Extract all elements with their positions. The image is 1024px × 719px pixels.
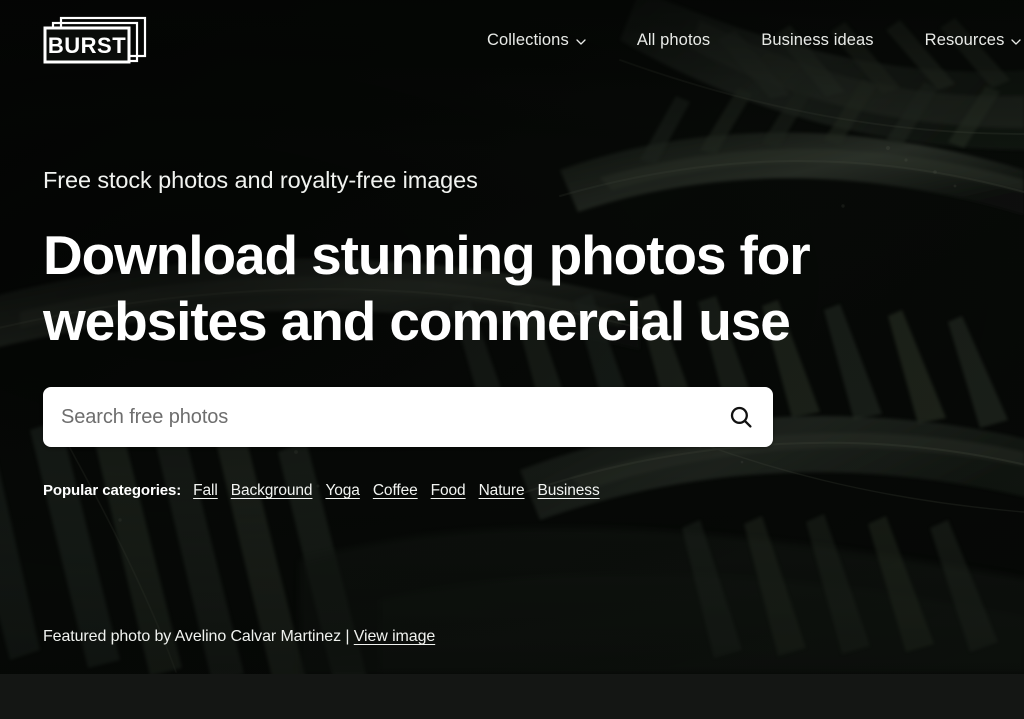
chevron-down-icon bbox=[576, 37, 586, 47]
nav-item-all-photos[interactable]: All photos bbox=[637, 28, 710, 53]
nav-list-item: Collections bbox=[487, 28, 586, 53]
photo-credit: Featured photo by Avelino Calvar Martine… bbox=[43, 628, 435, 646]
nav-list-item: All photos bbox=[637, 28, 710, 53]
search-button[interactable] bbox=[709, 387, 773, 447]
nav-item-label: Business ideas bbox=[761, 31, 874, 49]
page-title: Download stunning photos for websites an… bbox=[43, 224, 811, 352]
category-link-nature[interactable]: Nature bbox=[479, 482, 525, 500]
nav-list-item: Business ideas bbox=[761, 28, 873, 53]
category-link-fall[interactable]: Fall bbox=[193, 482, 218, 500]
category-link-coffee[interactable]: Coffee bbox=[373, 482, 418, 500]
category-link-food[interactable]: Food bbox=[431, 482, 466, 500]
photo-credit-prefix: Featured photo by bbox=[43, 628, 175, 645]
hero-eyebrow: Free stock photos and royalty-free image… bbox=[43, 167, 478, 193]
nav-item-business-ideas[interactable]: Business ideas bbox=[761, 28, 873, 53]
photo-credit-photographer: Avelino Calvar Martinez bbox=[174, 628, 342, 645]
burst-logo[interactable]: BURST bbox=[43, 16, 147, 64]
popular-categories: Popular categories: Fall Background Yoga… bbox=[43, 482, 600, 500]
page-root: BURST Collections All photos Business id… bbox=[0, 0, 1024, 719]
category-link-business[interactable]: Business bbox=[538, 482, 600, 500]
nav-item-label: All photos bbox=[636, 31, 711, 49]
search-input[interactable] bbox=[43, 387, 709, 447]
popular-categories-label: Popular categories: bbox=[43, 482, 182, 499]
nav-item-resources[interactable]: Resources bbox=[925, 28, 1022, 53]
nav-item-label: Resources bbox=[924, 31, 1005, 49]
photo-search-form bbox=[43, 387, 773, 447]
nav-list-item: Resources bbox=[925, 28, 1022, 53]
hero-section: BURST Collections All photos Business id… bbox=[0, 0, 1024, 674]
svg-text:BURST: BURST bbox=[48, 33, 126, 58]
nav-item-label: Collections bbox=[487, 31, 569, 49]
below-fold-strip bbox=[0, 674, 1024, 719]
view-image-link[interactable]: View image bbox=[354, 628, 436, 645]
nav-item-collections[interactable]: Collections bbox=[487, 28, 586, 53]
chevron-down-icon bbox=[1011, 37, 1022, 47]
category-link-background[interactable]: Background bbox=[231, 482, 313, 500]
search-icon bbox=[727, 403, 755, 431]
category-link-yoga[interactable]: Yoga bbox=[325, 482, 359, 500]
main-navigation: BURST Collections All photos Business id… bbox=[0, 0, 1024, 84]
photo-credit-separator: | bbox=[341, 628, 354, 645]
nav-links-list: Collections All photos Business ideas Re… bbox=[487, 28, 1022, 53]
